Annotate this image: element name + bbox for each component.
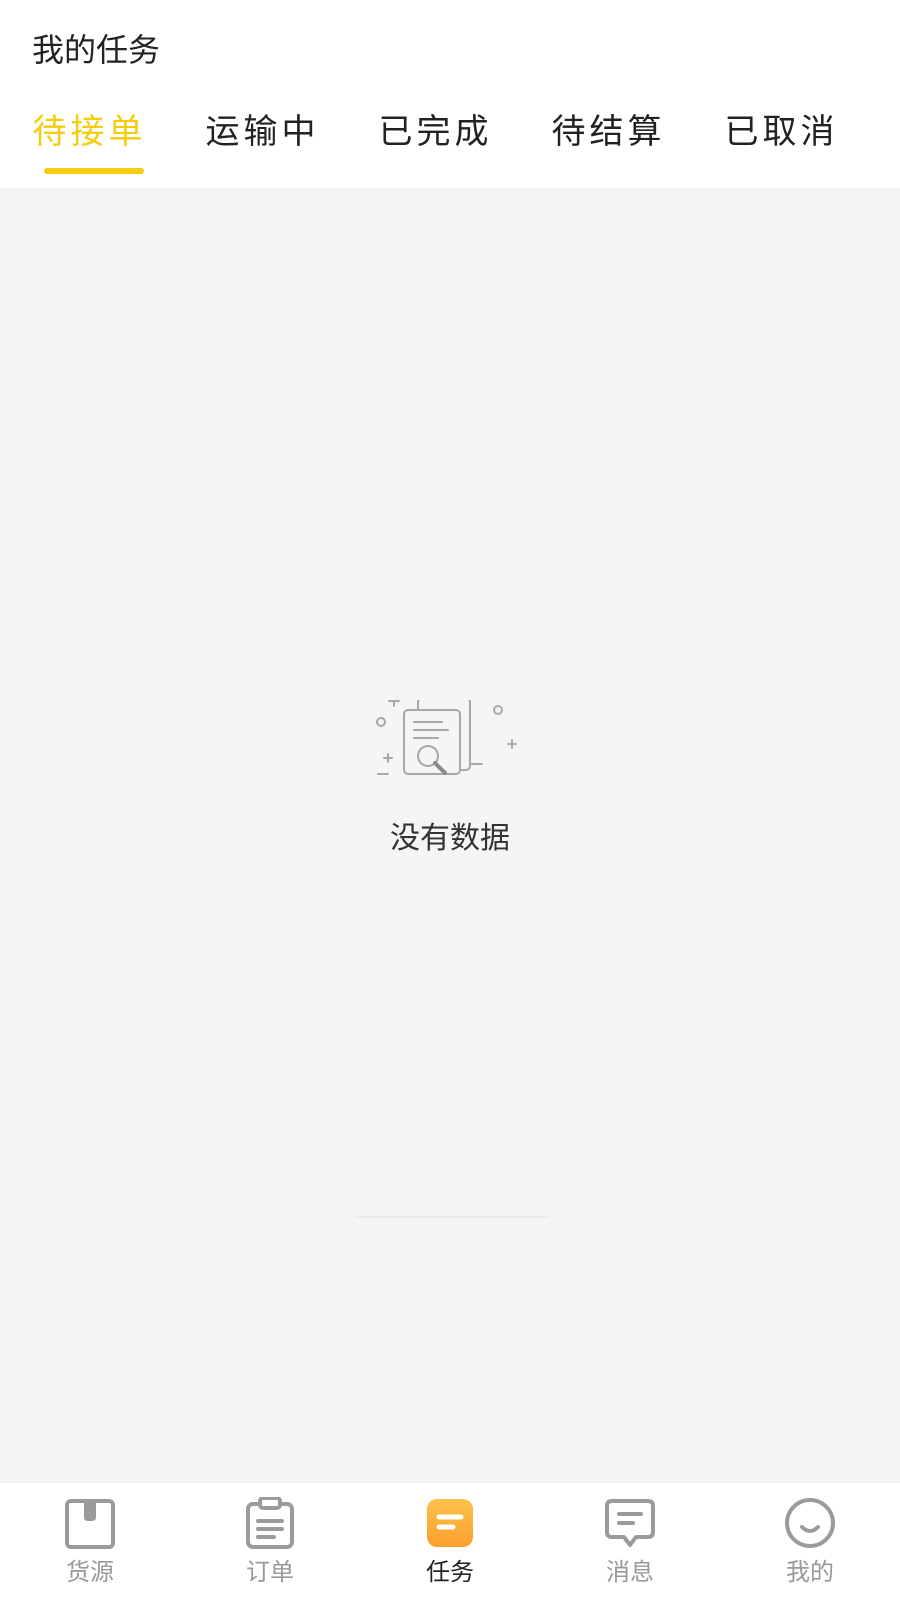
message-icon	[605, 1499, 655, 1547]
tabbar-item-messages[interactable]: 消息	[540, 1483, 720, 1600]
tabbar-label: 订单	[246, 1558, 294, 1586]
tabbar-item-tasks[interactable]: 任务	[360, 1483, 540, 1600]
page-title: 我的任务	[32, 31, 161, 69]
document-search-icon	[376, 700, 517, 775]
tab-label: 待接单	[32, 112, 147, 152]
divider	[354, 1216, 550, 1218]
tabbar-label: 任务	[426, 1558, 474, 1586]
tabbar-item-supply[interactable]: 货源	[0, 1483, 180, 1600]
box-icon	[65, 1499, 115, 1549]
clipboard-icon	[246, 1497, 294, 1549]
header: 我的任务 待接单 运输中 已完成 待结算 已取消	[0, 0, 900, 188]
status-tabs: 待接单 运输中 已完成 待结算 已取消	[0, 104, 900, 188]
app: 我的任务 待接单 运输中 已完成 待结算 已取消 没有数据 货源 订单 任务 消…	[0, 0, 900, 1600]
tab-label: 待结算	[551, 112, 666, 152]
tabbar-label: 我的	[786, 1558, 834, 1586]
tab-in-transit[interactable]: 运输中	[176, 104, 349, 188]
tab-cancelled[interactable]: 已取消	[695, 104, 868, 188]
empty-state-text: 没有数据	[390, 821, 510, 856]
tab-label: 运输中	[205, 112, 320, 152]
tabbar-item-orders[interactable]: 订单	[180, 1483, 360, 1600]
tabbar-label: 货源	[66, 1558, 114, 1586]
tabbar-label: 消息	[606, 1558, 654, 1586]
tab-label: 已完成	[378, 112, 493, 152]
tab-label: 已取消	[724, 112, 839, 152]
tab-completed[interactable]: 已完成	[349, 104, 522, 188]
smile-icon	[785, 1498, 835, 1548]
tab-pending[interactable]: 待接单	[3, 104, 176, 188]
bottom-tab-bar: 货源 订单 任务 消息 我的	[0, 1482, 900, 1600]
active-tab-indicator	[44, 168, 144, 174]
task-icon	[427, 1499, 473, 1547]
tab-to-settle[interactable]: 待结算	[522, 104, 695, 188]
tabbar-item-profile[interactable]: 我的	[720, 1483, 900, 1600]
